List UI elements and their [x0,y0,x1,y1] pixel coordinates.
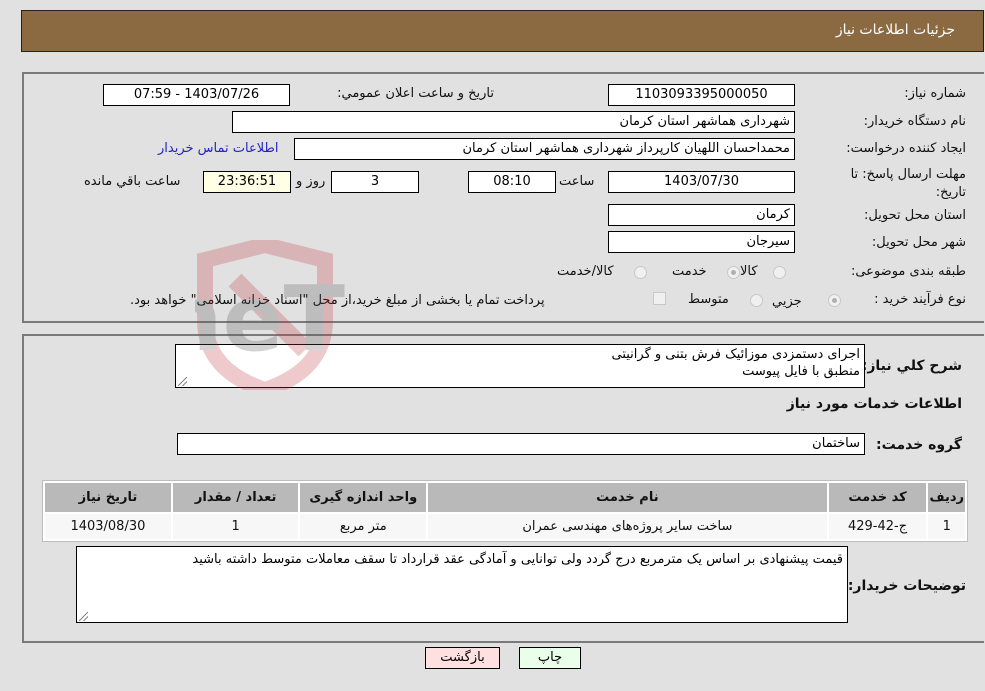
deadline-time-field[interactable]: 08:10 [468,171,556,193]
category-radio-service[interactable] [727,266,740,279]
service-group-field[interactable]: ساختمان [177,433,865,455]
cell-row-number: 1 [928,514,965,539]
cell-need-date: 1403/08/30 [45,514,171,539]
print-button[interactable]: چاپ [519,647,581,669]
description-textarea[interactable]: اجرای دستمزدی موزائیک فرش بتنی و گرانیتی… [175,344,865,388]
col-service-code: کد خدمت [828,483,927,512]
remaining-time-field: 23:36:51 [203,171,291,193]
city-field[interactable]: سیرجان [608,231,795,253]
buyer-notes-text: قیمت پیشنهادی بر اساس یک مترمربع درج گرد… [192,552,843,567]
treasury-checkbox[interactable] [653,292,666,305]
description-line-2: منطبق با فایل پیوست [742,364,860,379]
category-label: طبقه بندی موضوعی: [850,264,966,279]
province-field[interactable]: کرمان [608,204,795,226]
process-label: نوع فرآیند خرید : [874,292,966,307]
page-header: جزئیات اطلاعات نیاز [21,10,984,52]
announce-label: تاریخ و ساعت اعلان عمومي: [337,86,494,101]
process-radio-partial[interactable] [828,294,841,307]
col-row-number: ردیف [928,483,965,512]
table-row: 1 ج-42-429 ساخت سایر پروژه‌های مهندسی عم… [45,514,965,539]
process-option-medium: متوسط [688,292,729,307]
category-radio-goods-service[interactable] [634,266,647,279]
service-group-label: گروه خدمت: [876,437,962,453]
process-option-partial: جزيي [772,294,802,309]
treasury-checkbox-label: پرداخت تمام یا بخشی از مبلغ خرید،از محل … [130,293,545,308]
announce-datetime-field[interactable]: 1403/07/26 - 07:59 [103,84,290,106]
description-line-1: اجرای دستمزدی موزائیک فرش بتنی و گرانیتی [611,347,860,362]
creator-label: ایجاد کننده درخواست: [846,141,966,156]
deadline-date-field[interactable]: 1403/07/30 [608,171,795,193]
category-option-goods: کالا [740,264,758,279]
days-field[interactable]: 3 [331,171,419,193]
table-header-row: ردیف کد خدمت نام خدمت واحد اندازه گیری ت… [45,483,965,512]
cell-quantity: 1 [172,514,299,539]
back-button[interactable]: بازگشت [425,647,500,669]
services-panel: شرح کلي نیاز: اجرای دستمزدی موزائیک فرش … [22,334,984,643]
cell-service-code: ج-42-429 [828,514,927,539]
remaining-time-label: ساعت باقي مانده [84,174,181,189]
col-unit: واحد اندازه گیری [300,483,427,512]
page-title: جزئیات اطلاعات نیاز [835,22,955,38]
days-label: روز و [296,174,326,189]
details-panel: شماره نیاز: 1103093395000050 تاریخ و ساع… [22,72,984,323]
need-number-field[interactable]: 1103093395000050 [608,84,795,106]
buyer-contact-link[interactable]: اطلاعات تماس خریدار [158,141,278,156]
buyer-notes-label: توضیحات خریدار: [847,578,966,594]
resize-handle-icon[interactable] [178,377,187,386]
city-label: شهر محل تحویل: [871,235,966,250]
description-label: شرح کلي نیاز: [861,358,962,374]
resize-handle-icon[interactable] [79,612,88,621]
services-section-title: اطلاعات خدمات مورد نیاز [786,396,962,412]
category-option-service: خدمت [672,264,707,279]
col-need-date: تاریخ نیاز [45,483,171,512]
col-quantity: تعداد / مقدار [172,483,299,512]
buyer-org-label: نام دستگاه خریدار: [863,114,966,129]
province-label: استان محل تحویل: [864,208,966,223]
services-table: ردیف کد خدمت نام خدمت واحد اندازه گیری ت… [42,480,968,542]
buyer-notes-textarea[interactable]: قیمت پیشنهادی بر اساس یک مترمربع درج گرد… [76,546,848,623]
deadline-label: مهلت ارسال پاسخ: تا تاریخ: [850,167,966,200]
col-service-name: نام خدمت [428,483,827,512]
cell-service-name: ساخت سایر پروژه‌های مهندسی عمران [428,514,827,539]
need-number-label: شماره نیاز: [904,86,966,101]
process-radio-medium[interactable] [750,294,763,307]
category-option-goods-service: کالا/خدمت [557,264,614,279]
buyer-org-field[interactable]: شهرداری هماشهر استان کرمان [232,111,795,133]
cell-unit: متر مربع [300,514,427,539]
category-radio-goods[interactable] [773,266,786,279]
creator-field[interactable]: محمداحسان اللهیان کارپرداز شهرداری هماشه… [294,138,795,160]
deadline-time-label: ساعت [559,174,595,189]
